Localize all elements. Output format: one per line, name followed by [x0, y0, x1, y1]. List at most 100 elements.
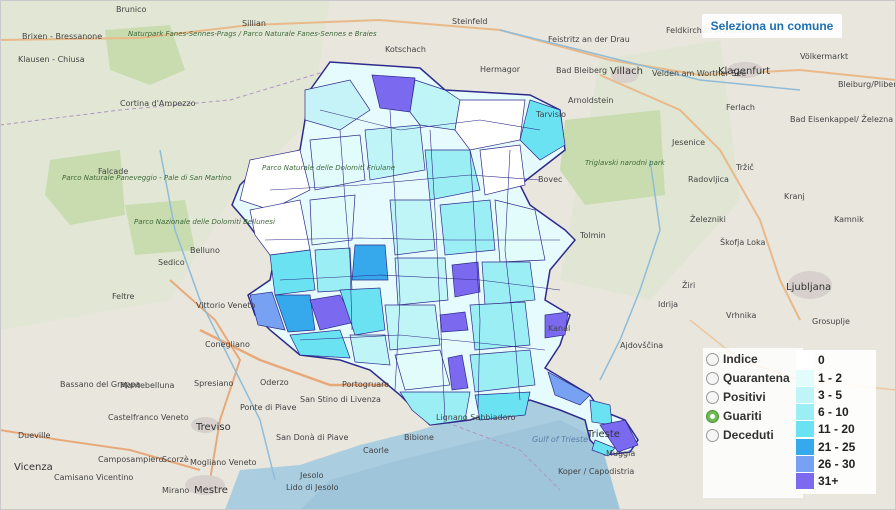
option-label: Deceduti: [723, 428, 774, 442]
label-sillian: Sillian: [242, 19, 266, 28]
legend-swatch: [796, 456, 814, 472]
label-villach: Villach: [610, 66, 643, 77]
option-guariti[interactable]: Guariti: [706, 409, 762, 423]
option-deceduti[interactable]: Deceduti: [706, 428, 774, 442]
label-jesolo: Jesolo: [299, 471, 324, 480]
legend-item: 1 - 2: [796, 370, 876, 386]
legend-swatch: [796, 473, 814, 489]
municipality[interactable]: [349, 334, 391, 366]
municipality[interactable]: [394, 257, 449, 306]
label-sedico: Sedico: [158, 258, 185, 267]
legend-swatch: [796, 421, 814, 437]
label-bleiburg: Bleiburg/Pliberk: [838, 80, 896, 89]
map-view[interactable]: Brunico Brixen - Bressanone Klausen - Ch…: [0, 0, 896, 510]
legend-item: 3 - 5: [796, 387, 876, 403]
municipality[interactable]: [469, 349, 536, 393]
label-trieste: Trieste: [586, 429, 620, 440]
label-tolmin: Tolmin: [579, 231, 606, 240]
municipality[interactable]: [439, 199, 496, 256]
label-lido-jesolo: Lido di Jesolo: [286, 483, 339, 492]
radio-icon[interactable]: [706, 352, 719, 366]
label-bad-bleiberg: Bad Bleiberg: [556, 66, 607, 75]
select-municipality-title[interactable]: Seleziona un comune: [702, 14, 842, 38]
municipality[interactable]: [439, 311, 469, 333]
label-hermagor: Hermagor: [480, 65, 521, 74]
label-gulf: Gulf of Trieste: [532, 435, 588, 444]
label-koper: Koper / Capodistria: [558, 467, 634, 476]
legend-item: 11 - 20: [796, 421, 876, 437]
label-san-stino: San Stino di Livenza: [300, 395, 381, 404]
label-feltre: Feltre: [112, 292, 135, 301]
metric-selector[interactable]: Indice Quarantena Positivi Guariti Deced…: [703, 348, 803, 498]
label-conegliano: Conegliano: [205, 340, 250, 349]
label-mirano: Mirano: [162, 486, 189, 495]
label-skofja: Škofja Loka: [720, 236, 766, 247]
option-indice[interactable]: Indice: [706, 352, 758, 366]
option-label: Indice: [723, 352, 758, 366]
radio-icon[interactable]: [706, 428, 719, 442]
label-volkermarkt: Völkermarkt: [800, 52, 848, 61]
label-camisano: Camisano Vicentino: [54, 473, 133, 482]
label-jesenice: Jesenice: [671, 138, 705, 147]
label-arnoldstein: Arnoldstein: [568, 96, 613, 105]
radio-icon[interactable]: [706, 371, 719, 385]
radio-selected-icon[interactable]: [706, 409, 719, 423]
option-quarantena[interactable]: Quarantena: [706, 371, 790, 385]
label-kanal: Kanal: [548, 324, 570, 333]
municipality[interactable]: [389, 199, 436, 256]
label-klagenfurt: Klagenfurt: [718, 66, 770, 77]
label-grosuplje: Grosuplje: [812, 317, 850, 326]
label-ljubljana: Ljubljana: [786, 282, 831, 293]
label-paneveggio: Parco Naturale Paneveggio - Pale di San …: [62, 174, 232, 182]
label-steinfeld: Steinfeld: [452, 17, 487, 26]
option-label: Guariti: [723, 409, 762, 423]
label-campo: Camposampiero: [98, 455, 163, 464]
option-positivi[interactable]: Positivi: [706, 390, 766, 404]
label-muggia: Muggia: [606, 449, 635, 458]
legend-item: 6 - 10: [796, 404, 876, 420]
municipality[interactable]: [394, 349, 451, 391]
label-brunico: Brunico: [116, 5, 147, 14]
label-kranj: Kranj: [784, 192, 805, 201]
municipality[interactable]: [384, 304, 441, 351]
municipality[interactable]: [309, 134, 366, 191]
label-feistritz: Feistritz an der Drau: [548, 35, 630, 44]
label-idrija: Idrija: [658, 300, 678, 309]
legend-label: 31+: [818, 474, 839, 488]
label-cortina: Cortina d'Ampezzo: [120, 99, 196, 108]
legend-label: 11 - 20: [818, 422, 855, 436]
label-tarvisio: Tarvisio: [535, 110, 566, 119]
label-bovec: Bovec: [538, 175, 562, 184]
label-spresiano: Spresiano: [194, 379, 234, 388]
label-kamnik: Kamnik: [834, 215, 864, 224]
label-san-dona: San Donà di Piave: [276, 433, 349, 442]
legend-label: 21 - 25: [818, 440, 856, 454]
label-ponte-piave: Ponte di Piave: [240, 403, 296, 412]
label-ferlach: Ferlach: [726, 103, 755, 112]
label-treviso: Treviso: [195, 422, 231, 433]
label-castelfranco: Castelfranco Veneto: [108, 413, 189, 422]
radio-icon[interactable]: [706, 390, 719, 404]
label-dolomiti-friulane: Parco Naturale delle Dolomiti Friulane: [262, 164, 395, 172]
label-bibione: Bibione: [404, 433, 434, 442]
legend-label: 26 - 30: [818, 457, 856, 471]
label-brixen: Brixen - Bressanone: [22, 32, 102, 41]
label-klausen: Klausen - Chiusa: [18, 55, 85, 64]
legend-swatch: [796, 404, 814, 420]
municipality[interactable]: [269, 249, 316, 296]
label-eisenkappel: Bad Eisenkappel/ Železna Kapla: [790, 113, 896, 124]
municipality[interactable]: [314, 247, 353, 293]
label-caorle: Caorle: [363, 446, 389, 455]
dolomiti-bellunesi-park-area: [125, 200, 195, 255]
label-montebelluna: Montebelluna: [120, 381, 175, 390]
legend-label: 0: [818, 353, 825, 367]
legend-item: 0: [796, 352, 876, 368]
label-mogliano: Mogliano Veneto: [190, 458, 257, 467]
triglav-park-area: [560, 110, 665, 205]
legend-swatch: [796, 387, 814, 403]
label-triglav: Triglavski narodni park: [585, 159, 666, 167]
legend-label: 1 - 2: [818, 371, 843, 385]
municipality[interactable]: [351, 244, 389, 281]
label-vicenza: Vicenza: [14, 462, 53, 473]
label-lignano: Lignano Sabbiadoro: [436, 413, 516, 422]
